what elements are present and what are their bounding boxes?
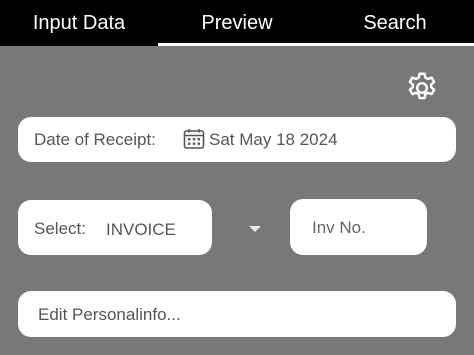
inv-no-input[interactable]: Inv No. [290,199,427,255]
calendar-icon[interactable] [182,127,206,151]
select-label: Select: [34,219,86,238]
tab-input-data[interactable]: Input Data [0,0,158,46]
inv-no-placeholder: Inv No. [312,218,366,237]
document-type-select[interactable]: Select: INVOICE [18,200,212,255]
active-tab-indicator [158,43,474,46]
personal-info-placeholder: Edit Personalinfo... [38,305,181,324]
tab-bar: Input Data Preview Search [0,0,474,46]
select-value: INVOICE [106,220,176,239]
chevron-down-icon[interactable] [249,226,261,232]
tab-preview[interactable]: Preview [158,0,316,46]
tab-search[interactable]: Search [316,0,474,46]
date-of-receipt-field[interactable]: Date of Receipt: Sat May 18 2024 [18,117,456,162]
gear-icon[interactable] [404,70,440,106]
date-of-receipt-label: Date of Receipt: [34,130,156,149]
date-value: Sat May 18 2024 [209,130,338,149]
personal-info-input[interactable]: Edit Personalinfo... [18,291,456,337]
